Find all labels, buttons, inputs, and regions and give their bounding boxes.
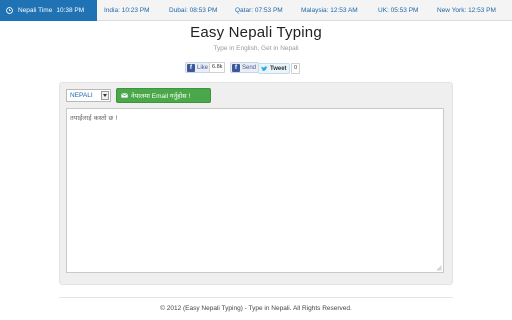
clock-icon — [6, 7, 13, 14]
facebook-send-label: Send — [242, 64, 257, 71]
page-title: Easy Nepali Typing — [190, 24, 322, 41]
city-time-uk: UK: 05:53 PM — [378, 7, 419, 14]
nepali-time-badge: Nepali Time 10:38 PM — [0, 0, 97, 21]
nepali-text-area[interactable]: तपाईंलाई कस्तो छ ! — [66, 108, 444, 273]
tweet-count: 0 — [291, 63, 301, 74]
twitter-bird-icon — [261, 65, 268, 71]
facebook-icon: f — [232, 63, 240, 72]
world-time-bar: Nepali Time 10:38 PM India: 10:23 PM Dub… — [0, 0, 512, 21]
nepali-time-value: 10:38 PM — [56, 7, 85, 14]
facebook-send-button[interactable]: f Send — [230, 62, 260, 73]
facebook-icon: f — [187, 63, 195, 72]
city-time-india: India: 10:23 PM — [104, 7, 150, 14]
page-subtitle: Type in English, Get in Nepali — [213, 45, 299, 52]
footer-divider — [59, 297, 453, 298]
city-time-malaysia: Malaysia: 12:53 AM — [301, 7, 358, 14]
language-select[interactable]: NEPALI — [66, 89, 111, 102]
envelope-icon — [121, 93, 128, 98]
nepali-time-label: Nepali Time — [18, 7, 53, 14]
tweet-button[interactable]: Tweet — [258, 63, 290, 74]
city-time-dubai: Dubai: 08:53 PM — [169, 7, 218, 14]
chevron-down-icon[interactable] — [101, 91, 109, 100]
facebook-like-button[interactable]: f Like — [185, 62, 212, 73]
facebook-like-count: 6.8k — [209, 62, 226, 73]
resize-grip-icon[interactable] — [436, 265, 442, 271]
language-select-value: NEPALI — [70, 92, 93, 99]
facebook-like-label: Like — [197, 64, 209, 71]
tweet-label: Tweet — [270, 65, 287, 72]
footer-copyright: © 2012 (Easy Nepali Typing) - Type in Ne… — [160, 305, 352, 312]
city-time-new-york: New York: 12:53 PM — [437, 7, 496, 14]
city-time-qatar: Qatar: 07:53 PM — [235, 7, 283, 14]
email-in-nepali-button[interactable]: नेपालमा Email गर्नुहोस ! — [116, 88, 211, 103]
text-area-content: तपाईंलाई कस्तो छ ! — [70, 114, 118, 122]
email-button-label: नेपालमा Email गर्नुहोस ! — [131, 93, 191, 100]
